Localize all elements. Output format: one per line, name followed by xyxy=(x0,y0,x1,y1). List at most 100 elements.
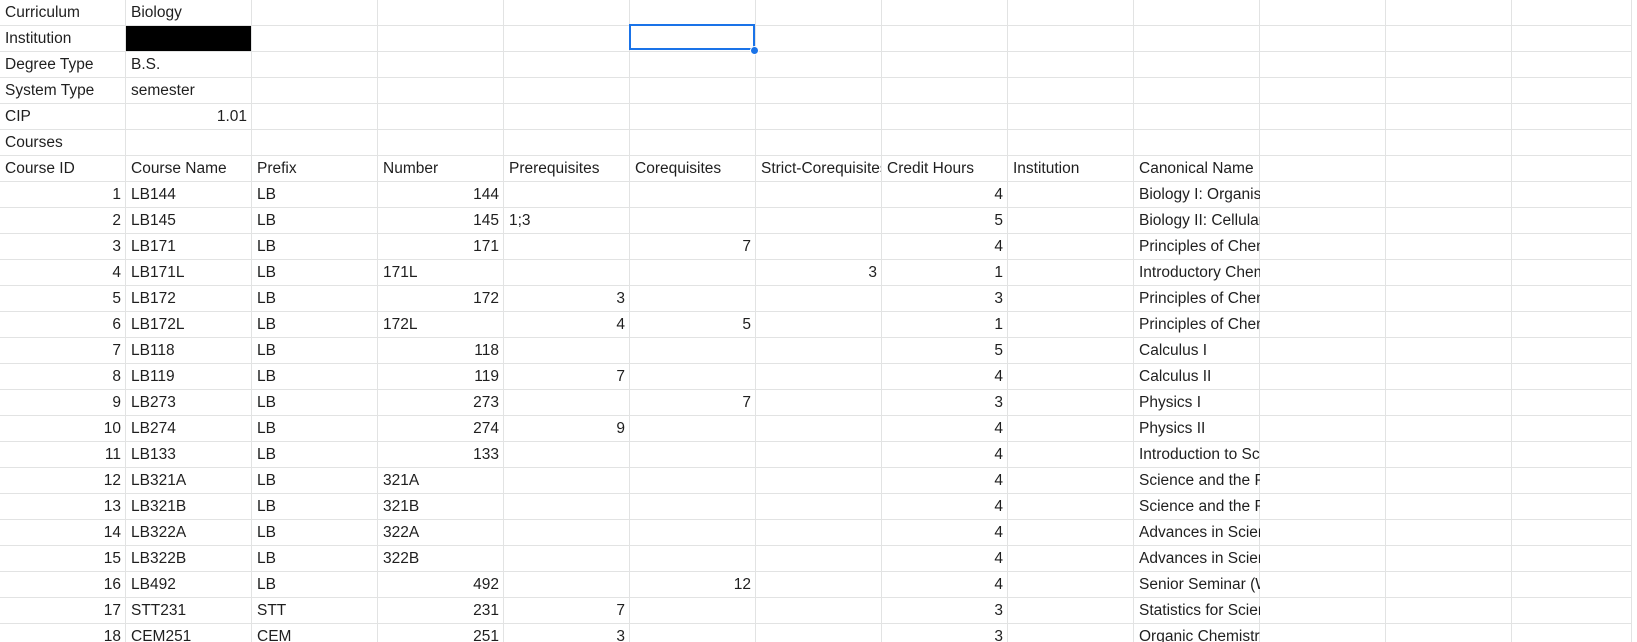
course-strict-cell[interactable] xyxy=(756,546,882,572)
empty-cell[interactable] xyxy=(1512,260,1632,286)
course-prefix-cell[interactable]: LB xyxy=(252,572,378,598)
course-credits-cell[interactable]: 4 xyxy=(882,494,1008,520)
empty-cell[interactable] xyxy=(1386,468,1512,494)
course-canonical-cell[interactable]: Principles of Chemistry II xyxy=(1134,286,1310,312)
empty-cell[interactable] xyxy=(1386,312,1512,338)
empty-cell[interactable] xyxy=(1386,156,1512,182)
course-name-cell[interactable]: LB321B xyxy=(126,494,252,520)
course-name-cell[interactable]: LB133 xyxy=(126,442,252,468)
empty-cell[interactable] xyxy=(630,52,756,78)
course-prereq-cell[interactable]: 7 xyxy=(504,598,630,624)
empty-cell[interactable] xyxy=(1386,182,1512,208)
course-id-cell[interactable]: 13 xyxy=(0,494,126,520)
empty-cell[interactable] xyxy=(1386,52,1512,78)
empty-cell[interactable] xyxy=(630,26,756,52)
course-id-cell[interactable]: 15 xyxy=(0,546,126,572)
course-credits-cell[interactable]: 4 xyxy=(882,572,1008,598)
course-strict-cell[interactable] xyxy=(756,624,882,642)
empty-cell[interactable] xyxy=(1512,624,1632,642)
course-institution-cell[interactable] xyxy=(1008,286,1134,312)
course-prefix-cell[interactable]: LB xyxy=(252,416,378,442)
course-prereq-cell[interactable]: 7 xyxy=(504,364,630,390)
empty-cell[interactable] xyxy=(1260,416,1386,442)
course-credits-cell[interactable]: 4 xyxy=(882,364,1008,390)
course-prereq-cell[interactable] xyxy=(504,338,630,364)
course-prereq-cell[interactable] xyxy=(504,494,630,520)
empty-cell[interactable] xyxy=(252,26,378,52)
course-coreq-cell[interactable]: 7 xyxy=(630,390,756,416)
empty-cell[interactable] xyxy=(1008,26,1134,52)
course-prefix-cell[interactable]: LB xyxy=(252,338,378,364)
course-id-cell[interactable]: 18 xyxy=(0,624,126,642)
course-strict-cell[interactable] xyxy=(756,390,882,416)
course-name-cell[interactable]: STT231 xyxy=(126,598,252,624)
empty-cell[interactable] xyxy=(882,104,1008,130)
course-credits-cell[interactable]: 4 xyxy=(882,468,1008,494)
empty-cell[interactable] xyxy=(1260,234,1386,260)
course-coreq-cell[interactable] xyxy=(630,546,756,572)
course-number-cell[interactable]: 322B xyxy=(378,546,504,572)
empty-cell[interactable] xyxy=(504,26,630,52)
empty-cell[interactable] xyxy=(1512,468,1632,494)
course-credits-cell[interactable]: 4 xyxy=(882,520,1008,546)
course-number-cell[interactable]: 171 xyxy=(378,234,504,260)
empty-cell[interactable] xyxy=(1512,546,1632,572)
empty-cell[interactable] xyxy=(1134,104,1260,130)
empty-cell[interactable] xyxy=(504,0,630,26)
empty-cell[interactable] xyxy=(378,104,504,130)
empty-cell[interactable] xyxy=(882,26,1008,52)
empty-cell[interactable] xyxy=(504,104,630,130)
course-strict-cell[interactable] xyxy=(756,442,882,468)
empty-cell[interactable] xyxy=(1512,312,1632,338)
empty-cell[interactable] xyxy=(1512,338,1632,364)
course-canonical-cell[interactable]: Science and the Public - Social Sciences… xyxy=(1134,494,1449,520)
course-prefix-cell[interactable]: LB xyxy=(252,312,378,338)
course-name-cell[interactable]: LB171L xyxy=(126,260,252,286)
course-credits-cell[interactable]: 5 xyxy=(882,338,1008,364)
course-number-cell[interactable]: 321A xyxy=(378,468,504,494)
course-canonical-cell[interactable]: Introductory Chemistry Laboratory I xyxy=(1134,260,1382,286)
column-header-strict[interactable]: Strict-Corequisites xyxy=(756,156,882,182)
course-id-cell[interactable]: 4 xyxy=(0,260,126,286)
course-id-cell[interactable]: 6 xyxy=(0,312,126,338)
course-strict-cell[interactable] xyxy=(756,286,882,312)
empty-cell[interactable] xyxy=(1386,546,1512,572)
empty-cell[interactable] xyxy=(1260,338,1386,364)
course-coreq-cell[interactable] xyxy=(630,468,756,494)
course-canonical-cell[interactable]: Physics II xyxy=(1134,416,1260,442)
courses-section-label[interactable]: Courses xyxy=(0,130,126,156)
metadata-label-curriculum[interactable]: Curriculum xyxy=(0,0,126,26)
course-credits-cell[interactable]: 3 xyxy=(882,598,1008,624)
empty-cell[interactable] xyxy=(1260,0,1386,26)
course-number-cell[interactable]: 172 xyxy=(378,286,504,312)
column-header-credits[interactable]: Credit Hours xyxy=(882,156,1008,182)
empty-cell[interactable] xyxy=(1512,208,1632,234)
course-id-cell[interactable]: 12 xyxy=(0,468,126,494)
course-coreq-cell[interactable] xyxy=(630,416,756,442)
course-prereq-cell[interactable]: 3 xyxy=(504,624,630,642)
metadata-label-institution[interactable]: Institution xyxy=(0,26,126,52)
empty-cell[interactable] xyxy=(756,78,882,104)
empty-cell[interactable] xyxy=(756,52,882,78)
empty-cell[interactable] xyxy=(1386,520,1512,546)
course-prereq-cell[interactable]: 9 xyxy=(504,416,630,442)
column-header-coreq[interactable]: Corequisites xyxy=(630,156,756,182)
course-prefix-cell[interactable]: LB xyxy=(252,494,378,520)
empty-cell[interactable] xyxy=(1512,78,1632,104)
course-coreq-cell[interactable] xyxy=(630,338,756,364)
empty-cell[interactable] xyxy=(1386,208,1512,234)
empty-cell[interactable] xyxy=(1386,390,1512,416)
course-institution-cell[interactable] xyxy=(1008,572,1134,598)
empty-cell[interactable] xyxy=(1260,52,1386,78)
empty-cell[interactable] xyxy=(1386,416,1512,442)
course-strict-cell[interactable] xyxy=(756,494,882,520)
empty-cell[interactable] xyxy=(1512,104,1632,130)
column-header-canonical[interactable]: Canonical Name xyxy=(1134,156,1260,182)
course-credits-cell[interactable]: 4 xyxy=(882,234,1008,260)
empty-cell[interactable] xyxy=(378,26,504,52)
course-id-cell[interactable]: 8 xyxy=(0,364,126,390)
course-id-cell[interactable]: 9 xyxy=(0,390,126,416)
course-name-cell[interactable]: LB144 xyxy=(126,182,252,208)
course-canonical-cell[interactable]: Senior Seminar (W) xyxy=(1134,572,1275,598)
empty-cell[interactable] xyxy=(1512,572,1632,598)
